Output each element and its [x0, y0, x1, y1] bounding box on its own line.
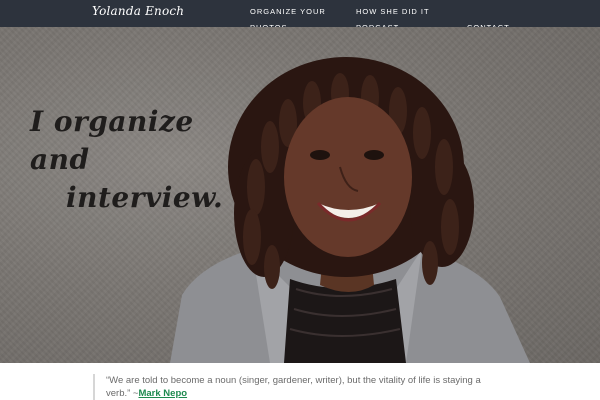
- top-navbar: Yolanda Enoch ORGANIZE YOUR PHOTOS HOW S…: [0, 0, 600, 32]
- site-logo[interactable]: Yolanda Enoch: [92, 4, 184, 18]
- hero-section: I organize and interview.: [0, 27, 600, 363]
- portrait-photo: [170, 57, 530, 363]
- quote-author-link[interactable]: Mark Nepo: [138, 388, 187, 399]
- blockquote: “We are told to become a noun (singer, g…: [106, 374, 506, 400]
- quote-border: [93, 374, 95, 400]
- quote-section: “We are told to become a noun (singer, g…: [0, 363, 600, 400]
